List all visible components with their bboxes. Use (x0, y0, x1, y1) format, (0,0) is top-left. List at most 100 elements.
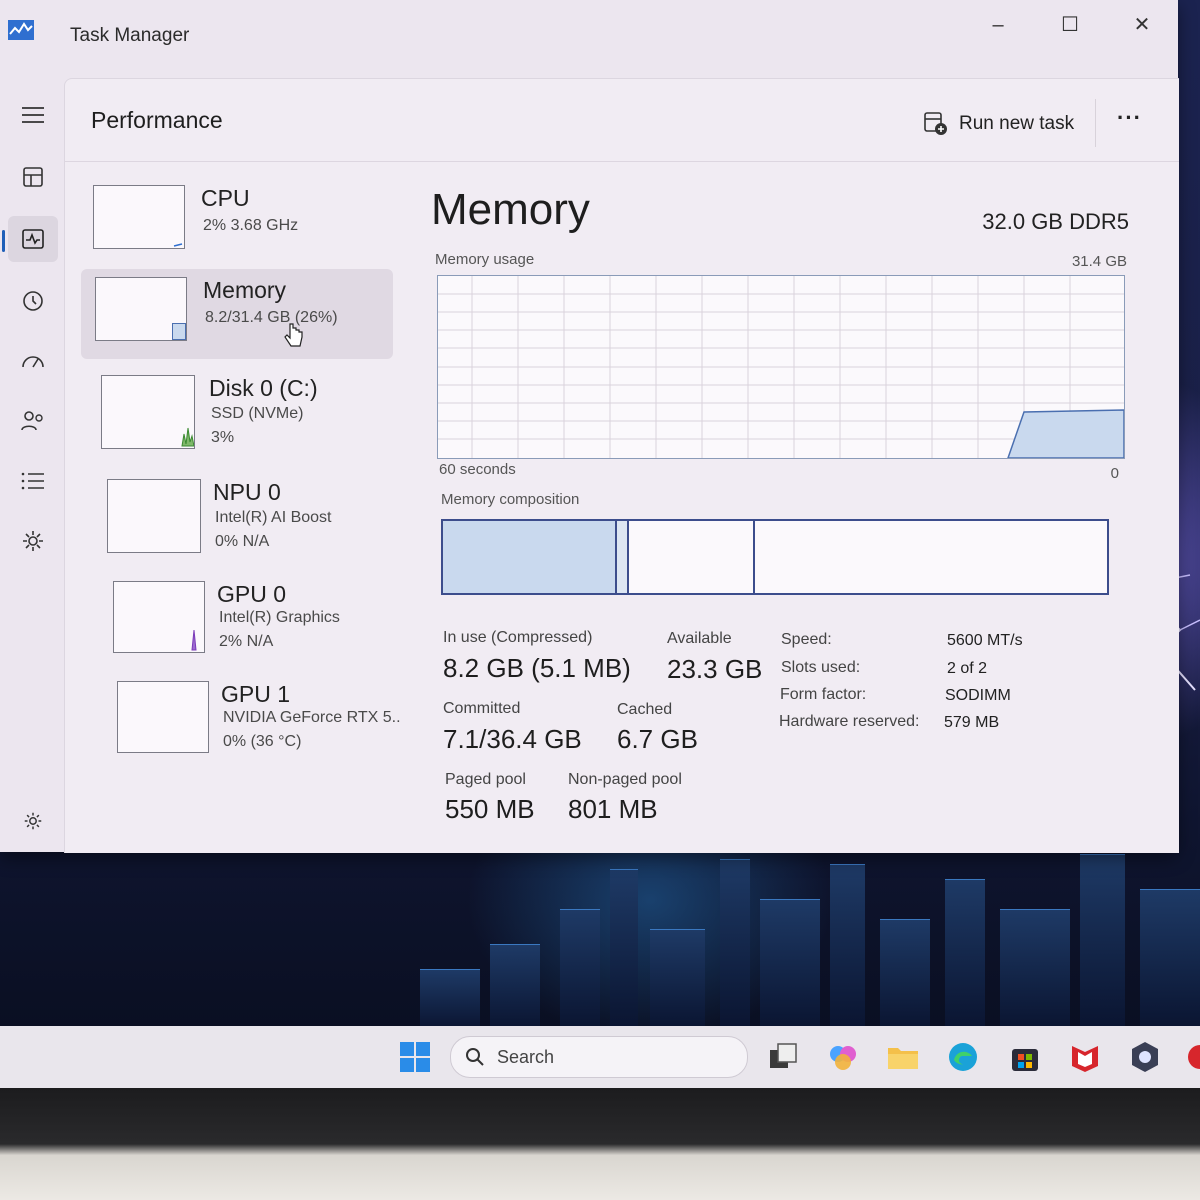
device-name: GPU 1 (221, 681, 291, 707)
run-task-icon (924, 112, 947, 135)
device-name: Disk 0 (C:) (209, 375, 318, 401)
graph-time-label: 60 seconds (439, 461, 516, 478)
settings-gear-icon (24, 812, 42, 830)
services-gear-icon (23, 531, 43, 551)
composition-standby[interactable] (629, 521, 755, 593)
gpu0-thumbnail-graph (113, 581, 205, 653)
gpu1-thumbnail-graph (117, 681, 209, 753)
content-header: Performance Run new task ··· (65, 79, 1179, 162)
nav-details-button[interactable] (8, 458, 58, 504)
device-item-npu0[interactable]: NPU 0 Intel(R) AI Boost 0% N/A (97, 471, 407, 561)
performance-icon (22, 229, 44, 249)
detail-key: Slots used: (781, 659, 861, 676)
partial-app-icon[interactable] (1184, 1040, 1200, 1074)
users-icon (21, 411, 43, 431)
device-detail: 2% 3.68 GHz (203, 217, 299, 234)
edge-browser-icon[interactable] (946, 1040, 980, 1074)
more-options-button[interactable]: ··· (1117, 105, 1142, 131)
cpu-mini-graph (173, 243, 183, 247)
cached-label: Cached (617, 701, 673, 718)
device-usage: 0% N/A (215, 533, 270, 550)
nav-users-button[interactable] (8, 398, 58, 444)
cached-value: 6.7 GB (617, 724, 698, 754)
detail-value: 579 MB (944, 714, 1000, 731)
microsoft-store-icon[interactable] (1008, 1040, 1042, 1074)
device-item-disk0[interactable]: Disk 0 (C:) SSD (NVMe) 3% (91, 367, 401, 457)
device-detail: SSD (NVMe) (211, 405, 304, 422)
device-item-gpu1[interactable]: GPU 1 NVIDIA GeForce RTX 5.. 0% (36 °C) (107, 673, 417, 763)
security-app-icon[interactable] (1128, 1040, 1162, 1074)
windows-start-icon[interactable] (398, 1040, 432, 1074)
nav-services-button[interactable] (8, 518, 58, 564)
composition-free[interactable] (755, 521, 1107, 593)
memory-mini-fill (172, 323, 186, 340)
device-detail: NVIDIA GeForce RTX 5.. (223, 709, 401, 726)
hamburger-menu-button[interactable] (8, 92, 58, 138)
list-icon (21, 472, 44, 490)
nav-processes-button[interactable] (8, 154, 58, 200)
mouse-cursor-icon (284, 323, 303, 347)
composition-modified[interactable] (617, 521, 629, 593)
task-manager-window: Task Manager – ☐ ✕ Performance Run new t… (0, 0, 1179, 853)
close-button[interactable]: ✕ (1120, 10, 1164, 40)
disk-mini-graph (181, 427, 195, 447)
paged-pool-value: 550 MB (445, 794, 535, 824)
taskbar-search[interactable]: Search (450, 1036, 748, 1078)
taskbar: Search (0, 1026, 1200, 1088)
nav-settings-button[interactable] (8, 798, 58, 844)
device-usage: 2% N/A (219, 633, 274, 650)
in-use-value: 8.2 GB (5.1 MB) (443, 653, 631, 683)
memory-usage-grid (438, 276, 1125, 459)
city-skyline (0, 850, 1200, 1030)
device-detail: Intel(R) AI Boost (215, 509, 332, 526)
performance-content: Performance Run new task ··· CPU 2% 3.68… (64, 78, 1179, 853)
file-explorer-icon[interactable] (886, 1040, 920, 1074)
device-item-gpu0[interactable]: GPU 0 Intel(R) Graphics 2% N/A (103, 573, 413, 663)
device-name: CPU (201, 185, 250, 211)
task-view-icon[interactable] (766, 1040, 800, 1074)
title-bar[interactable]: Task Manager – ☐ ✕ (0, 0, 1178, 78)
nav-app-history-button[interactable] (8, 278, 58, 324)
memory-heading: Memory (431, 185, 590, 234)
copilot-icon[interactable] (826, 1040, 860, 1074)
active-nav-indicator (2, 230, 5, 252)
device-item-cpu[interactable]: CPU 2% 3.68 GHz (83, 177, 393, 267)
device-name: NPU 0 (213, 479, 281, 505)
speedometer-icon (22, 356, 44, 368)
laptop-bezel (0, 1088, 1200, 1200)
committed-label: Committed (443, 700, 521, 717)
window-title: Task Manager (70, 25, 190, 46)
device-usage: 3% (211, 429, 235, 446)
memory-usage-graph (437, 275, 1125, 459)
memory-usage-max: 31.4 GB (1071, 253, 1127, 270)
available-label: Available (667, 630, 732, 647)
hamburger-icon (22, 107, 44, 123)
detail-key: Form factor: (780, 686, 867, 703)
device-item-memory[interactable]: Memory 8.2/31.4 GB (26%) (81, 269, 393, 359)
search-icon (466, 1048, 484, 1066)
detail-key: Hardware reserved: (779, 713, 920, 730)
detail-value: 2 of 2 (947, 660, 988, 677)
search-placeholder: Search (497, 1046, 555, 1067)
memory-usage-area (1006, 409, 1125, 459)
nav-performance-button[interactable] (8, 216, 58, 262)
run-new-task-button[interactable]: Run new task (923, 109, 1074, 139)
device-name: GPU 0 (217, 581, 287, 607)
graph-zero-label: 0 (1110, 465, 1119, 482)
run-new-task-label: Run new task (959, 113, 1075, 134)
minimize-button[interactable]: – (976, 10, 1020, 40)
maximize-button[interactable]: ☐ (1048, 10, 1092, 40)
mcafee-icon[interactable] (1068, 1040, 1102, 1074)
cpu-thumbnail-graph (93, 185, 185, 249)
committed-value: 7.1/36.4 GB (443, 724, 582, 754)
composition-in-use[interactable] (443, 521, 617, 593)
paged-pool-label: Paged pool (445, 771, 526, 788)
nonpaged-pool-value: 801 MB (568, 794, 658, 824)
nav-startup-apps-button[interactable] (8, 338, 58, 384)
device-usage: 0% (36 °C) (223, 733, 302, 750)
header-separator (1095, 99, 1096, 147)
device-detail: Intel(R) Graphics (219, 609, 340, 626)
npu-thumbnail-graph (107, 479, 201, 553)
nonpaged-pool-label: Non-paged pool (568, 771, 682, 788)
detail-value: SODIMM (945, 687, 1011, 704)
